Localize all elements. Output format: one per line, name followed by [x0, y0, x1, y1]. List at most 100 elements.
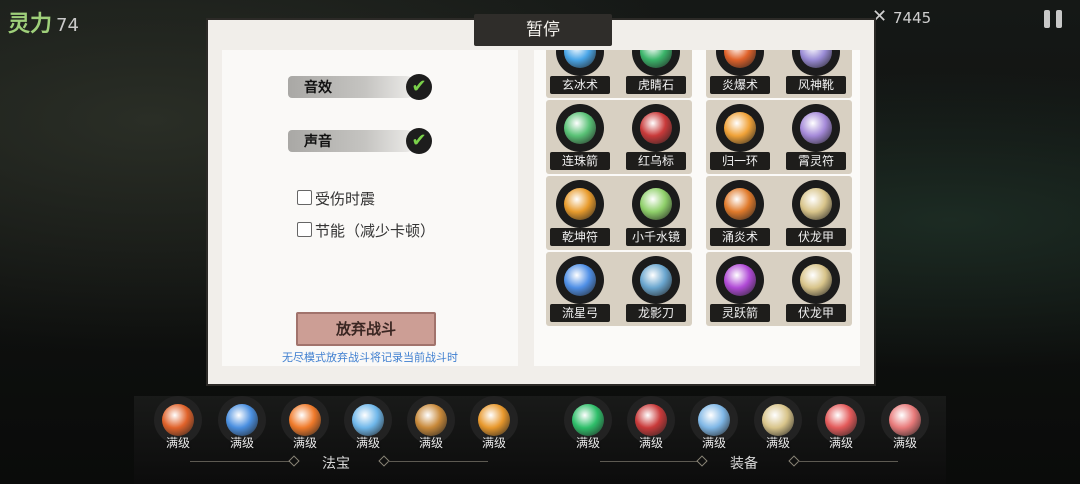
item-icon-glow [800, 188, 832, 220]
item-slot[interactable]: 小千水镜 [626, 180, 686, 248]
item-slot[interactable]: 龙影刀 [626, 256, 686, 324]
equipment-slot[interactable]: 满级 [558, 396, 618, 452]
item-icon [556, 50, 604, 76]
power-saving-checkbox[interactable]: 节能（减少卡顿） [297, 220, 435, 240]
item-icon-glow [724, 112, 756, 144]
item-slot[interactable]: 涌炎术 [710, 180, 770, 248]
item-slot[interactable]: 炎爆术 [710, 50, 770, 96]
dialog-title: 暂停 [526, 20, 560, 40]
divider [798, 461, 898, 462]
pause-icon [1056, 10, 1062, 28]
item-icon [556, 180, 604, 228]
divider [190, 461, 290, 462]
max-level-label: 满级 [355, 436, 380, 450]
treasure-slot[interactable]: 满级 [275, 396, 335, 452]
item-slot[interactable]: 连珠箭 [550, 104, 610, 172]
treasure-icon-glow [478, 404, 510, 436]
item-slot[interactable]: 红乌标 [626, 104, 686, 172]
treasure-slot[interactable]: 满级 [401, 396, 461, 452]
item-name: 涌炎术 [710, 228, 770, 246]
item-icon-glow [564, 50, 596, 68]
equipment-icon-glow [572, 404, 604, 436]
item-slot[interactable]: 乾坤符 [550, 180, 610, 248]
equipment-slot[interactable]: 满级 [875, 396, 935, 452]
item-card: 归一环 霄灵符 [706, 100, 852, 174]
max-level-label: 满级 [229, 436, 254, 450]
settings-panel: 音效 ✔ 声音 ✔ 受伤时震 节能（减少卡顿） 放弃战斗 无尽模式放弃战斗将记录… [222, 50, 518, 366]
treasure-icon-glow [289, 404, 321, 436]
item-icon-glow [640, 50, 672, 68]
item-icon-glow [800, 264, 832, 296]
shake-on-hit-checkbox[interactable]: 受伤时震 [297, 188, 375, 208]
item-slot[interactable]: 霄灵符 [786, 104, 846, 172]
equipment-slot[interactable]: 满级 [748, 396, 808, 452]
pause-dialog: 暂停 音效 ✔ 声音 ✔ 受伤时震 节能（减少卡顿） 放弃战斗 无尽模式放弃战斗… [206, 14, 876, 386]
item-name: 连珠箭 [550, 152, 610, 170]
treasure-icon-glow [162, 404, 194, 436]
max-level-label: 满级 [292, 436, 317, 450]
checkmark-icon: ✔ [406, 74, 432, 100]
treasure-slot[interactable]: 满级 [338, 396, 398, 452]
item-name: 伏龙甲 [786, 228, 846, 246]
item-icon-glow [640, 112, 672, 144]
checkbox-box[interactable] [297, 222, 312, 237]
treasure-slot[interactable]: 满级 [148, 396, 208, 452]
item-slot[interactable]: 玄冰术 [550, 50, 610, 96]
treasure-section-label: 法宝 [322, 456, 350, 472]
spirit-power-indicator: 灵力 74 [8, 6, 79, 38]
item-card: 灵跃箭 伏龙甲 [706, 252, 852, 326]
item-icon [716, 104, 764, 152]
item-slot[interactable]: 虎睛石 [626, 50, 686, 96]
item-slot[interactable]: 风神靴 [786, 50, 846, 96]
equipment-icon-glow [698, 404, 730, 436]
treasure-icon-glow [352, 404, 384, 436]
item-name: 风神靴 [786, 76, 846, 94]
item-name: 玄冰术 [550, 76, 610, 94]
equipment-slot[interactable]: 满级 [811, 396, 871, 452]
item-icon [556, 256, 604, 304]
item-card: 涌炎术 伏龙甲 [706, 176, 852, 250]
item-name: 龙影刀 [626, 304, 686, 322]
item-card: 乾坤符 小千水镜 [546, 176, 692, 250]
items-grid: 玄冰术 虎睛石 炎爆术 风神靴 连珠箭 红乌标 归一环 霄灵符 乾坤符 小千水镜 涌炎术 伏龙甲 流星弓… [534, 50, 860, 366]
item-icon [632, 104, 680, 152]
max-level-label: 满级 [638, 436, 663, 450]
item-icon-glow [640, 188, 672, 220]
item-icon [716, 180, 764, 228]
item-name: 乾坤符 [550, 228, 610, 246]
item-slot[interactable]: 归一环 [710, 104, 770, 172]
checkbox-box[interactable] [297, 190, 312, 205]
treasure-slot[interactable]: 满级 [212, 396, 272, 452]
item-icon-glow [564, 264, 596, 296]
item-name: 炎爆术 [710, 76, 770, 94]
item-card: 玄冰术 虎睛石 [546, 50, 692, 98]
item-icon [792, 180, 840, 228]
item-slot[interactable]: 伏龙甲 [786, 256, 846, 324]
voice-toggle[interactable]: 声音 ✔ [288, 128, 438, 154]
equipment-slot[interactable]: 满级 [684, 396, 744, 452]
item-name: 流星弓 [550, 304, 610, 322]
pause-icon [1044, 10, 1050, 28]
item-card: 流星弓 龙影刀 [546, 252, 692, 326]
abandon-battle-button[interactable]: 放弃战斗 [296, 312, 436, 346]
item-icon-glow [564, 188, 596, 220]
item-slot[interactable]: 灵跃箭 [710, 256, 770, 324]
item-name: 小千水镜 [626, 228, 686, 246]
item-card: 连珠箭 红乌标 [546, 100, 692, 174]
divider [388, 461, 488, 462]
item-icon [716, 50, 764, 76]
top-score: 7445 [893, 9, 932, 27]
item-slot[interactable]: 流星弓 [550, 256, 610, 324]
pause-button[interactable] [1040, 8, 1066, 32]
equipment-icon-glow [762, 404, 794, 436]
item-icon [792, 104, 840, 152]
max-level-label: 满级 [765, 436, 790, 450]
sound-effects-toggle[interactable]: 音效 ✔ [288, 74, 438, 100]
toggle-label: 声音 [304, 134, 332, 150]
treasure-slot[interactable]: 满级 [464, 396, 524, 452]
item-icon [716, 256, 764, 304]
max-level-label: 满级 [481, 436, 506, 450]
item-slot[interactable]: 伏龙甲 [786, 180, 846, 248]
item-icon-glow [724, 188, 756, 220]
equipment-slot[interactable]: 满级 [621, 396, 681, 452]
